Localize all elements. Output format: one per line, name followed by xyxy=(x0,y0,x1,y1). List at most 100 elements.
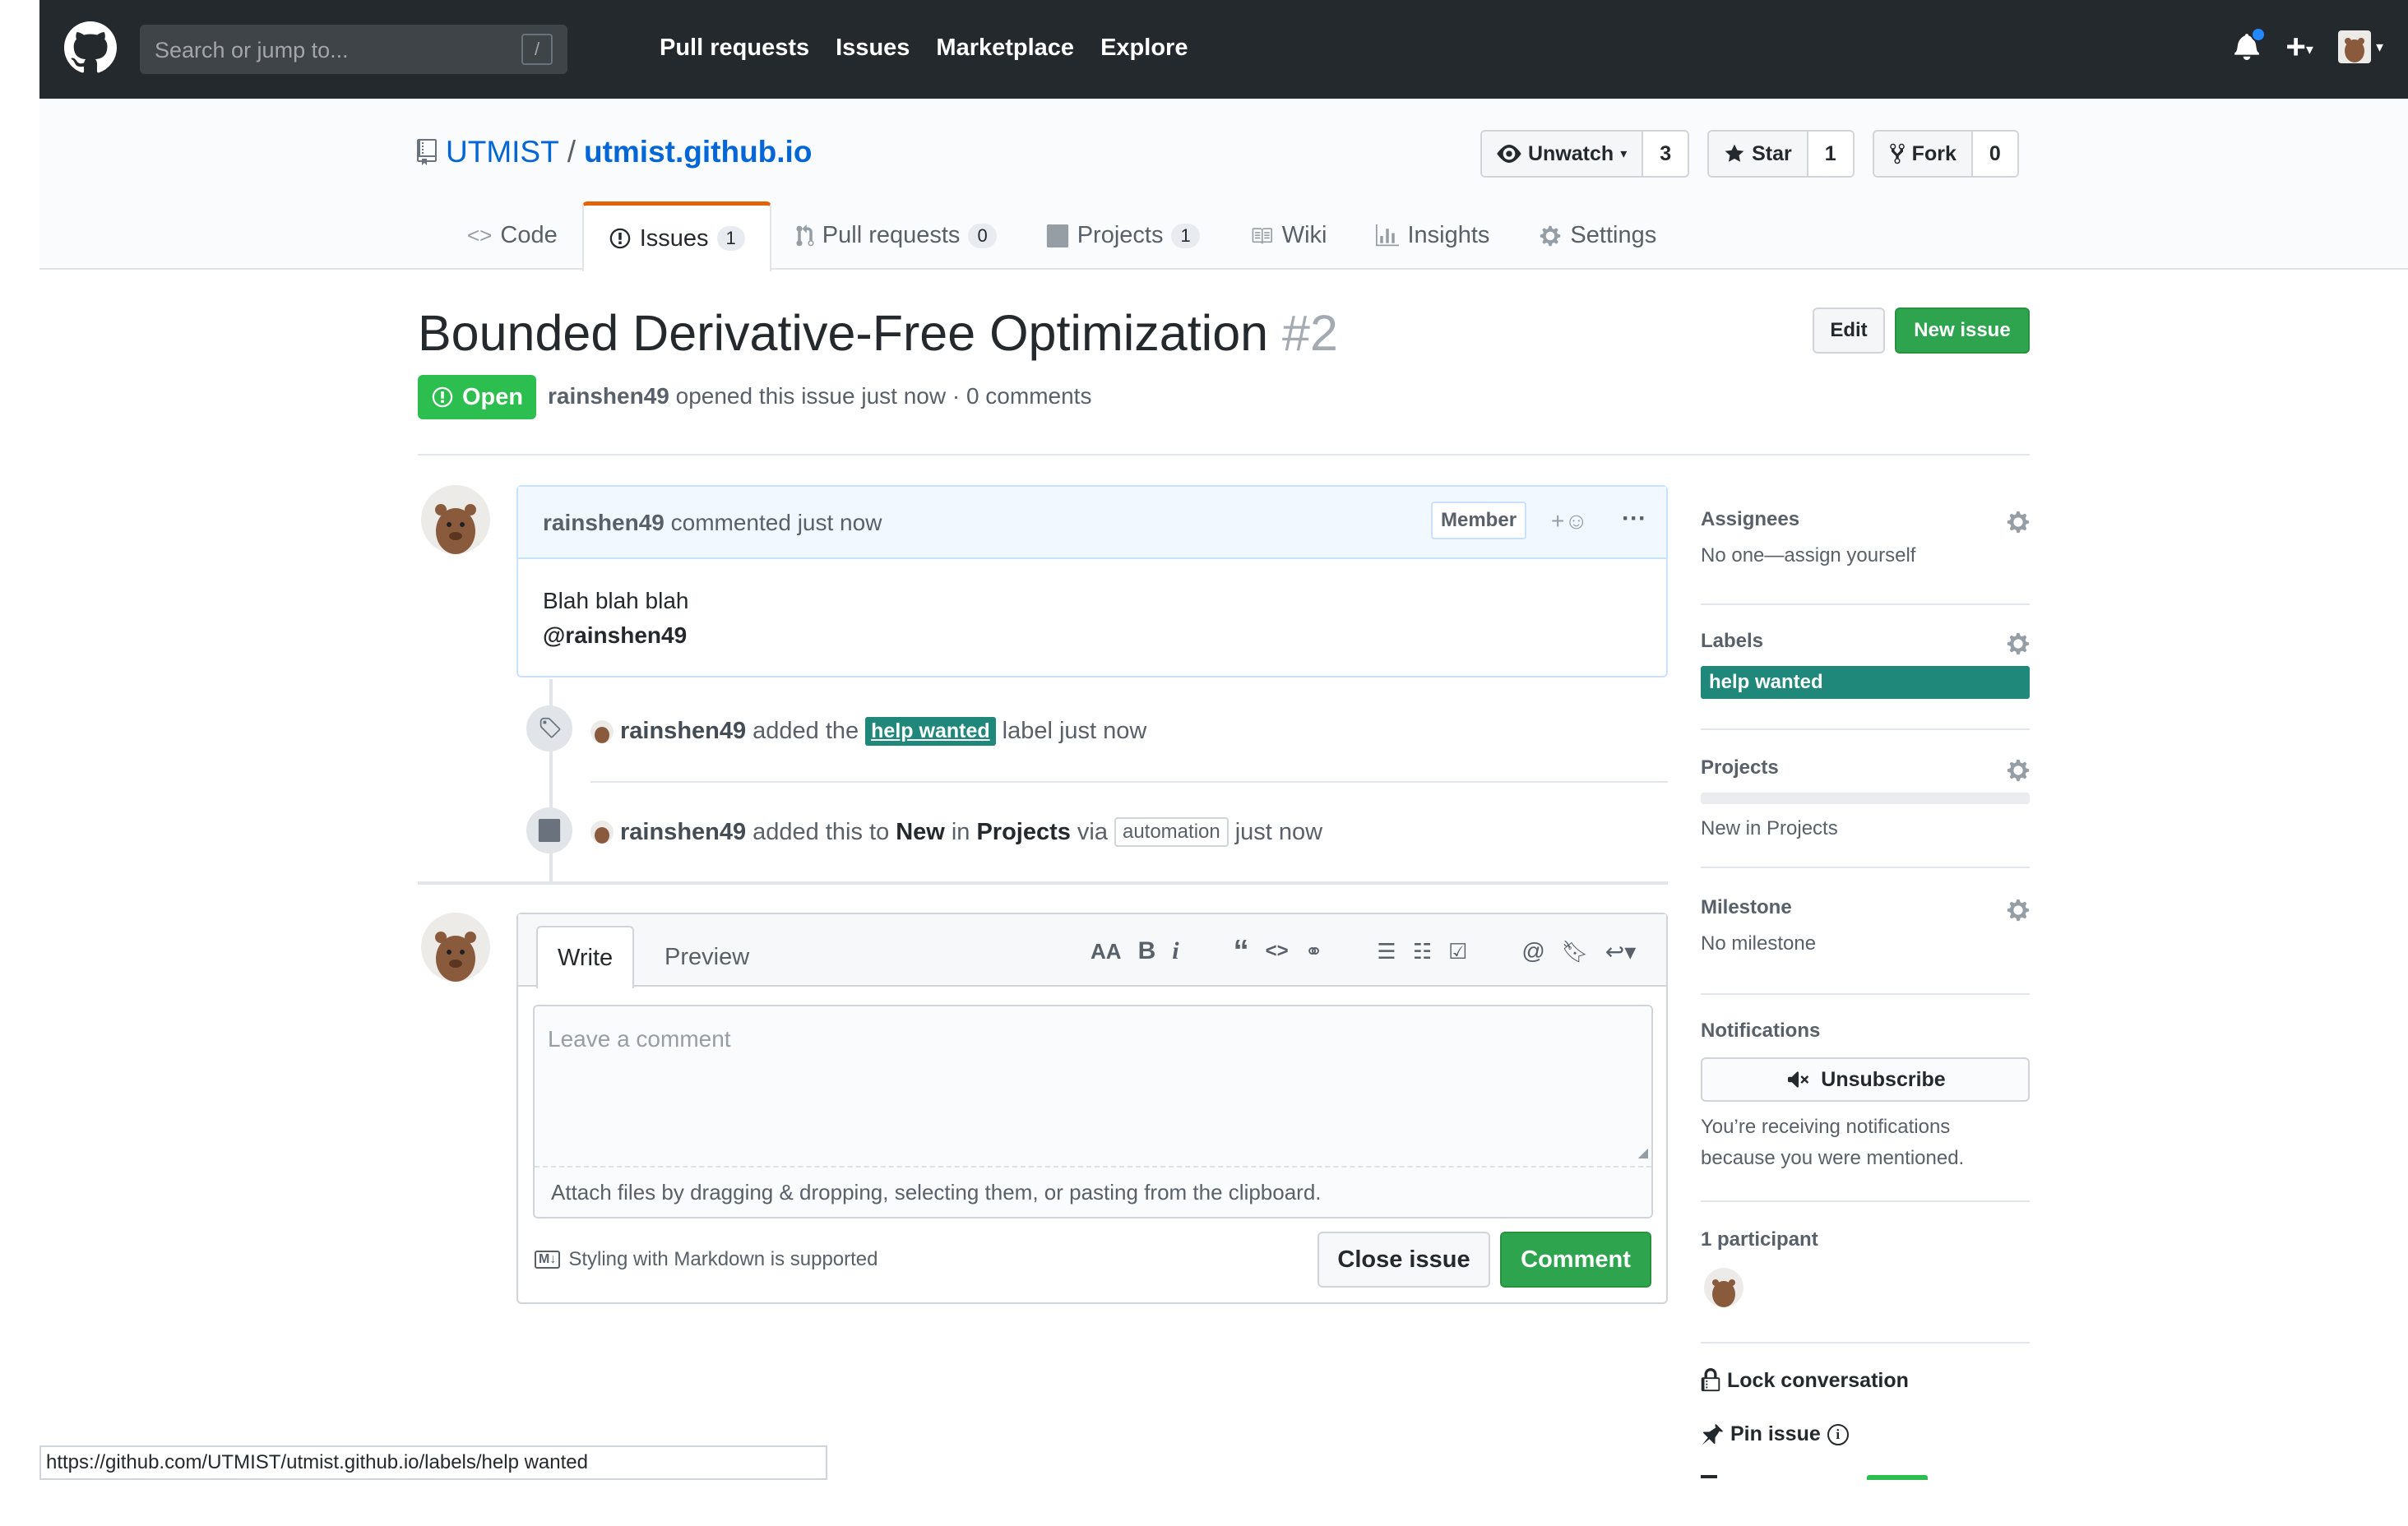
sidebar-divider xyxy=(1701,1200,2030,1202)
help-wanted-label[interactable]: help wanted xyxy=(865,717,996,746)
tab-projects[interactable]: Projects 1 xyxy=(1021,201,1225,270)
event-author-link[interactable]: rainshen49 xyxy=(620,718,746,745)
resize-handle-icon[interactable]: ◢ xyxy=(1638,1144,1648,1161)
tab-label: Pull requests xyxy=(822,222,961,248)
lock-conversation-link[interactable]: Lock conversation xyxy=(1701,1368,2030,1393)
edit-button[interactable]: Edit xyxy=(1813,308,1885,354)
star-button[interactable]: Star xyxy=(1709,132,1807,176)
project-value[interactable]: New in Projects xyxy=(1701,817,2030,840)
code-icon[interactable]: <> xyxy=(1266,940,1289,963)
star-group: Star 1 xyxy=(1707,130,1855,178)
ordered-list-icon[interactable]: ☷ xyxy=(1413,939,1432,964)
github-logo-icon[interactable] xyxy=(64,21,117,74)
tab-pull-requests[interactable]: Pull requests 0 xyxy=(771,201,1021,270)
avatar[interactable] xyxy=(590,821,614,844)
avatar[interactable] xyxy=(421,485,490,554)
mention-icon[interactable]: @ xyxy=(1521,938,1544,964)
fork-button[interactable]: Fork xyxy=(1873,132,1971,176)
unordered-list-icon[interactable]: ☰ xyxy=(1377,939,1396,964)
more-options-icon[interactable]: ··· xyxy=(1622,505,1646,533)
sidebar-notifications: Notifications Unsubscribe You’re receivi… xyxy=(1701,1020,2030,1174)
add-reaction-icon[interactable]: +☺ xyxy=(1551,508,1588,534)
repo-tabs: <> Code Issues 1 Pull requests 0 Project… xyxy=(442,201,1681,271)
info-icon[interactable]: i xyxy=(1827,1423,1849,1445)
markdown-note-link[interactable]: Styling with Markdown is supported xyxy=(568,1248,878,1271)
task-list-icon[interactable]: ☑ xyxy=(1448,939,1467,964)
global-header: Search or jump to... / Pull requests Iss… xyxy=(39,0,2408,99)
project-progress-bar xyxy=(1701,793,2030,804)
attach-files-area[interactable]: Attach files by dragging & dropping, sel… xyxy=(535,1166,1651,1217)
search-input[interactable]: Search or jump to... / xyxy=(140,25,567,74)
comment-placeholder: Leave a comment xyxy=(548,1026,731,1052)
link-preview-statusbar: https://github.com/UTMIST/utmist.github.… xyxy=(39,1445,827,1480)
close-issue-button[interactable]: Close issue xyxy=(1317,1232,1490,1288)
nav-pull-requests[interactable]: Pull requests xyxy=(660,35,809,62)
repo-owner-link[interactable]: UTMIST xyxy=(446,135,559,169)
italic-icon[interactable]: i xyxy=(1172,937,1179,965)
assignees-value[interactable]: No one—assign yourself xyxy=(1701,544,2030,567)
project-link[interactable]: Projects xyxy=(976,819,1070,846)
gear-icon[interactable] xyxy=(2007,631,2030,656)
sidebar-heading: 1 participant xyxy=(1701,1228,1818,1251)
create-new-icon[interactable]: +▾ xyxy=(2285,30,2313,64)
search-placeholder: Search or jump to... xyxy=(155,38,349,62)
markdown-note: M↓ Styling with Markdown is supported xyxy=(535,1248,878,1271)
link-icon[interactable]: ⚭ xyxy=(1305,939,1323,964)
nav-marketplace[interactable]: Marketplace xyxy=(936,35,1074,62)
stargazers-count[interactable]: 1 xyxy=(1806,132,1853,176)
pin-issue-link[interactable]: Pin issue i xyxy=(1701,1422,2030,1446)
tab-preview[interactable]: Preview xyxy=(645,926,769,988)
nav-explore[interactable]: Explore xyxy=(1100,35,1188,62)
bold-icon[interactable]: B xyxy=(1138,937,1156,965)
tab-label: Wiki xyxy=(1281,222,1327,248)
issue-opened-icon xyxy=(432,386,453,408)
fork-label: Fork xyxy=(1911,141,1956,165)
bookmark-icon[interactable]: 🔖︎ xyxy=(1562,939,1589,964)
repo-name-link[interactable]: utmist.github.io xyxy=(584,135,812,169)
reply-icon[interactable]: ↩▾ xyxy=(1605,938,1637,965)
event-text: via xyxy=(1077,818,1108,845)
forks-count[interactable]: 0 xyxy=(1970,132,2017,176)
issue-author-link[interactable]: rainshen49 xyxy=(548,383,669,409)
gear-icon[interactable] xyxy=(2007,758,2030,783)
repo-title: UTMIST / utmist.github.io xyxy=(416,135,812,169)
mention-link[interactable]: @rainshen49 xyxy=(543,618,1642,653)
watchers-count[interactable]: 3 xyxy=(1642,132,1688,176)
event-author-link[interactable]: rainshen49 xyxy=(620,819,746,846)
comment-author-line: rainshen49 commented just now xyxy=(543,510,882,536)
lock-label: Lock conversation xyxy=(1727,1368,1909,1392)
sidebar-divider xyxy=(1701,1342,2030,1343)
avatar[interactable] xyxy=(590,719,614,743)
comment-button[interactable]: Comment xyxy=(1500,1232,1651,1288)
tab-issues[interactable]: Issues 1 xyxy=(581,201,771,271)
heading-icon[interactable]: AA xyxy=(1091,939,1122,964)
comment-textarea[interactable]: Leave a comment ◢ Attach files by draggi… xyxy=(533,1005,1653,1218)
gear-icon[interactable] xyxy=(2007,898,2030,923)
milestone-value[interactable]: No milestone xyxy=(1701,932,2030,955)
quote-icon[interactable]: “ xyxy=(1234,936,1249,967)
event-text: label just now xyxy=(1002,718,1147,744)
code-icon: <> xyxy=(467,223,493,247)
tab-insights[interactable]: Insights xyxy=(1351,201,1514,270)
tab-wiki[interactable]: Wiki xyxy=(1225,201,1352,270)
gear-icon[interactable] xyxy=(2007,510,2030,534)
timeline-label-event: rainshen49 added the help wanted label j… xyxy=(590,717,1146,746)
sidebar-projects: Projects New in Projects xyxy=(1701,756,2030,840)
tab-label: Insights xyxy=(1407,222,1490,248)
avatar[interactable] xyxy=(421,913,490,982)
sidebar-heading: Labels xyxy=(1701,630,1764,652)
unwatch-button[interactable]: Unwatch ▾ xyxy=(1482,132,1642,176)
nav-issues[interactable]: Issues xyxy=(836,35,910,62)
new-issue-button[interactable]: New issue xyxy=(1895,308,2030,354)
tab-code[interactable]: <> Code xyxy=(442,201,582,270)
tab-write[interactable]: Write xyxy=(536,926,635,988)
user-avatar-menu[interactable]: ▾ xyxy=(2337,30,2383,63)
comment-author-link[interactable]: rainshen49 xyxy=(543,510,665,535)
unsubscribe-label: Unsubscribe xyxy=(1821,1067,1946,1091)
event-text: added the xyxy=(752,718,859,744)
notifications-bell-icon[interactable] xyxy=(2234,27,2267,62)
unsubscribe-button[interactable]: Unsubscribe xyxy=(1701,1057,2030,1102)
avatar[interactable] xyxy=(1704,1268,1743,1307)
help-wanted-label[interactable]: help wanted xyxy=(1701,666,2030,699)
tab-settings[interactable]: Settings xyxy=(1514,201,1681,270)
